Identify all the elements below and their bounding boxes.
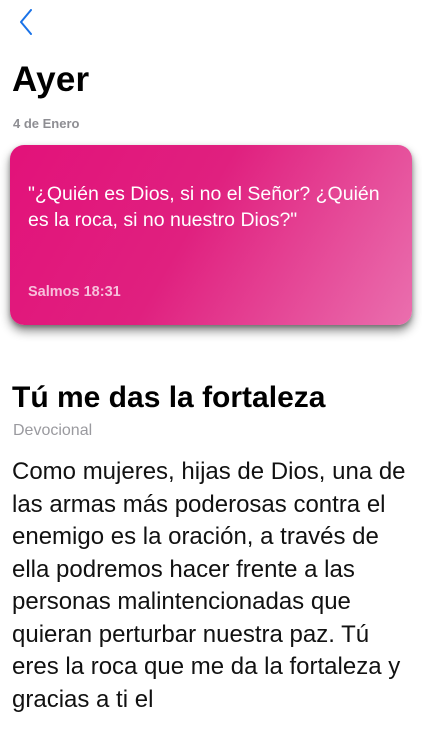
date-label: 4 de Enero bbox=[13, 116, 80, 131]
article-category: Devocional bbox=[13, 422, 93, 439]
page-title: Ayer bbox=[12, 60, 90, 99]
verse-card[interactable]: "¿Quién es Dios, si no el Señor? ¿Quién … bbox=[10, 145, 412, 325]
verse-text: "¿Quién es Dios, si no el Señor? ¿Quién … bbox=[28, 183, 380, 231]
article-body: Como mujeres, hijas de Dios, una de las … bbox=[12, 458, 406, 713]
verse-reference: Salmos 18:31 bbox=[28, 284, 121, 300]
chevron-left-icon bbox=[19, 8, 33, 40]
article-title: Tú me das la fortaleza bbox=[12, 381, 326, 414]
back-button[interactable] bbox=[12, 8, 40, 40]
